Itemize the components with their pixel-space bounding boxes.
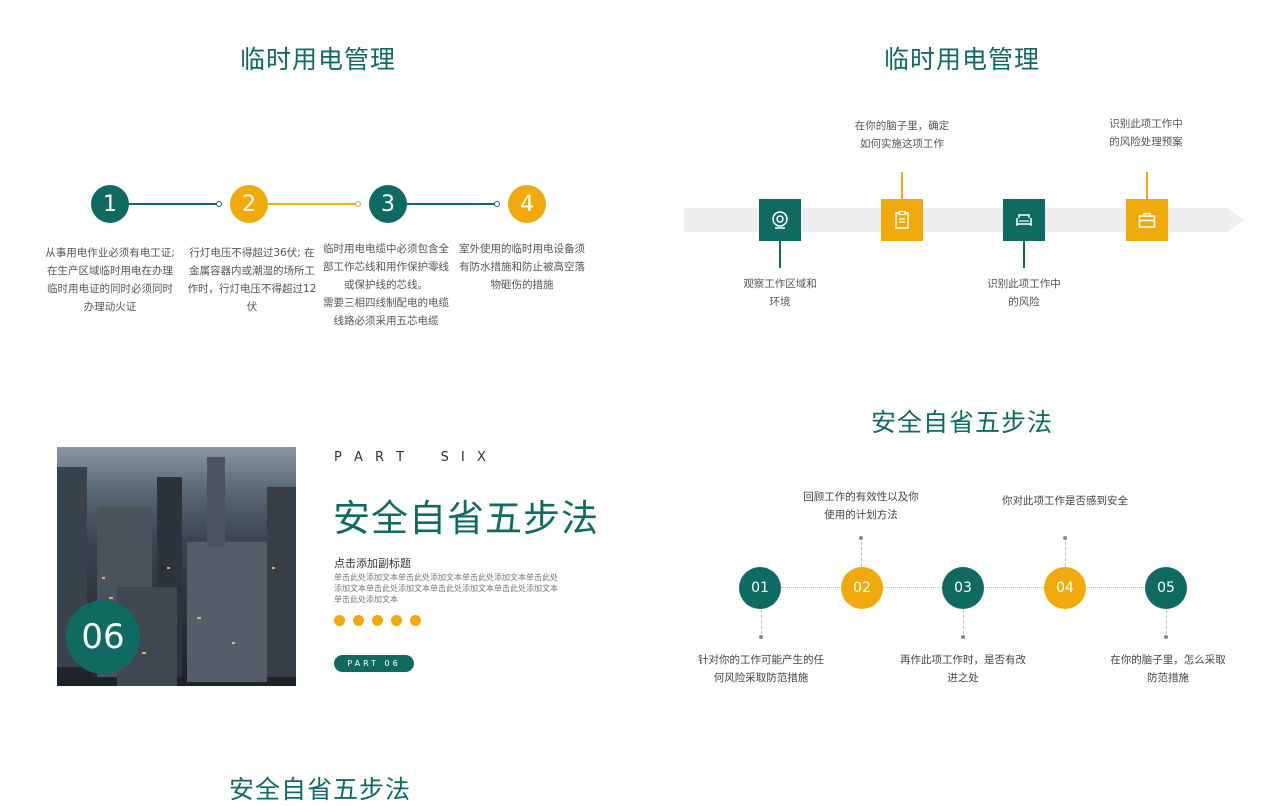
step-2-end-dot — [355, 201, 361, 207]
connector-01 — [761, 610, 762, 634]
step-4-circle: 4 — [508, 185, 546, 223]
step-label-risk-plan: 识别此项工作中 的风险处理预案 — [1109, 118, 1183, 148]
label-improve: 再作此项工作时，是否有改 进之处 — [900, 654, 1026, 684]
clipboard-icon — [895, 210, 909, 229]
step-label-identify: 识别此项工作中 的风险 — [987, 278, 1061, 308]
slide5-title: 安全自省五步法 — [228, 775, 411, 804]
step-plan-box — [881, 199, 923, 241]
step-3-connector — [407, 203, 495, 205]
body-text: 单击此处添加文本单击此处添加文本单击此处添加文本单击此处添加文本单击此处添加文本… — [334, 573, 558, 604]
toolbox-icon — [1138, 212, 1156, 228]
step-risk-plan-box — [1126, 199, 1168, 241]
label-feel-safe: 你对此项工作是否感到安全 — [1002, 495, 1128, 507]
step-1-end-dot — [216, 201, 222, 207]
part-label: P A R T S I X — [334, 450, 490, 465]
slide4-title: 安全自省五步法 — [870, 408, 1053, 437]
step-label-observe: 观察工作区域和 环境 — [743, 278, 817, 308]
step-3-text: 临时用电电缆中必须包含全 部工作芯线和用作保护零线 或保护线的芯线。 需要三相四… — [323, 243, 449, 327]
step-2-text: 行灯电压不得超过36伏; 在 金属容器内或潮湿的场所工 作时，行灯电压不得超过1… — [187, 247, 317, 313]
marker-dot-05 — [1164, 635, 1168, 639]
node-03: 03 — [942, 567, 984, 609]
section-number-circle: 06 — [66, 600, 140, 674]
step-1-connector — [129, 203, 217, 205]
connector-03 — [963, 610, 964, 634]
step-3-end-dot — [494, 201, 500, 207]
label-review: 回顾工作的有效性以及你 使用的计划方法 — [803, 491, 919, 521]
camera-icon — [772, 211, 788, 229]
section-title: 安全自省五步法 — [333, 497, 599, 540]
node-01: 01 — [739, 567, 781, 609]
part-badge: PART 06 — [334, 655, 414, 672]
connector-risk-plan — [1146, 172, 1148, 199]
node-05: 05 — [1145, 567, 1187, 609]
node-04: 04 — [1044, 567, 1086, 609]
connector-04 — [1065, 542, 1066, 566]
step-4-text: 室外使用的临时用电设备须 有防水措施和防止被高空落 物砸伤的措施 — [459, 243, 585, 291]
step-observe-box — [759, 199, 801, 241]
decor-dot-2 — [353, 615, 364, 626]
decor-dot-1 — [334, 615, 345, 626]
label-risk-measures: 针对你的工作可能产生的任 何风险采取防范措施 — [698, 654, 824, 684]
connector-observe — [779, 241, 781, 268]
city-aerial-photo: 06 — [57, 447, 296, 686]
step-2-circle: 2 — [230, 185, 268, 223]
marker-dot-04 — [1063, 536, 1067, 540]
decor-dot-5 — [410, 615, 421, 626]
node-02: 02 — [841, 567, 883, 609]
sofa-icon — [1016, 214, 1032, 226]
slide2-title: 临时用电管理 — [883, 45, 1040, 74]
connector-02 — [861, 542, 862, 566]
marker-dot-02 — [859, 536, 863, 540]
step-3-circle: 3 — [369, 185, 407, 223]
connector-identify — [1023, 241, 1025, 268]
decor-dot-3 — [372, 615, 383, 626]
marker-dot-01 — [759, 635, 763, 639]
step-1-circle: 1 — [91, 185, 129, 223]
connector-plan — [901, 172, 903, 199]
decor-dot-4 — [391, 615, 402, 626]
subtitle: 点击添加副标题 — [334, 557, 411, 570]
step-label-plan: 在你的脑子里，确定 如何实施这项工作 — [854, 120, 950, 150]
label-precautions: 在你的脑子里，怎么采取 防范措施 — [1110, 654, 1226, 684]
step-1-text: 从事用电作业必须有电工证; 在生产区域临时用电在办理 临时用电证的同时必须同时 … — [45, 247, 175, 313]
connector-05 — [1166, 610, 1167, 634]
slide1-title: 临时用电管理 — [239, 45, 396, 74]
step-identify-box — [1003, 199, 1045, 241]
marker-dot-03 — [961, 635, 965, 639]
step-2-connector — [268, 203, 356, 205]
